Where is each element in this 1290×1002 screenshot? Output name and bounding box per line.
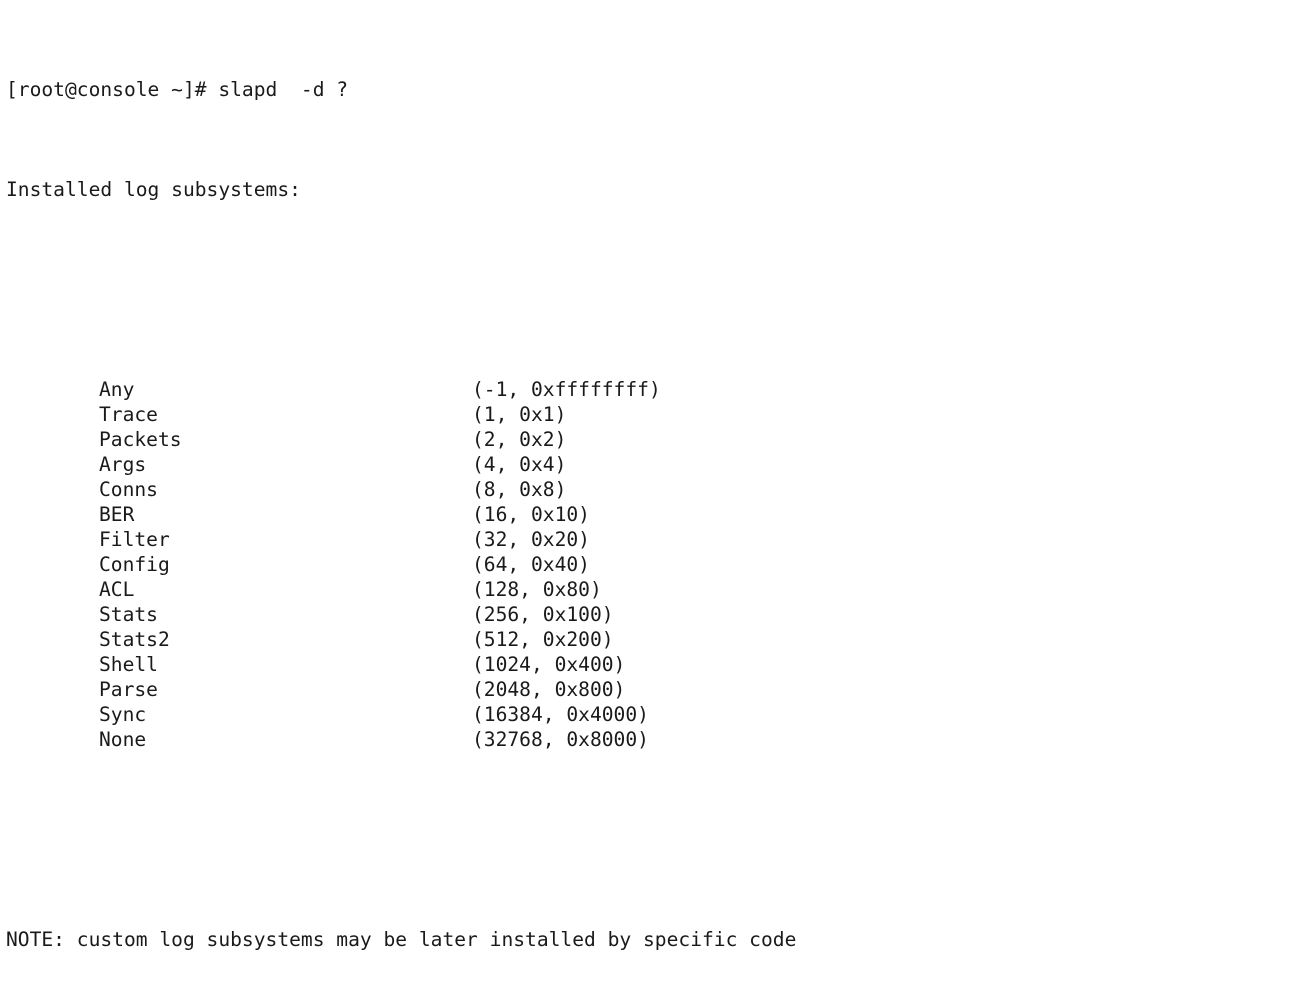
subsystem-row: Filter (32, 0x20) (6, 527, 1290, 552)
subsystem-name: None (99, 728, 147, 751)
subsystem-row: Conns (8, 0x8) (6, 477, 1290, 502)
subsystem-name: Args (99, 453, 147, 476)
subsystem-indent (6, 727, 99, 752)
subsystem-indent (6, 402, 99, 427)
subsystem-list: Any (-1, 0xffffffff) Trace (1, 0x1) Packet… (6, 377, 1290, 752)
terminal-output[interactable]: [root@console ~]# slapd -d ? Installed l… (0, 0, 1290, 951)
subsystem-name: ACL (99, 578, 135, 601)
subsystem-row: Sync (16384, 0x4000) (6, 702, 1290, 727)
subsystem-indent (6, 577, 99, 602)
subsystem-row: Shell (1024, 0x400) (6, 652, 1290, 677)
subsystem-name: Conns (99, 478, 158, 501)
subsystem-indent (6, 602, 99, 627)
command-prompt-line: [root@console ~]# slapd -d ? (6, 77, 1290, 102)
subsystem-value: (1, 0x1) (472, 403, 567, 426)
subsystem-row: Any (-1, 0xffffffff) (6, 377, 1290, 402)
subsystem-indent (6, 427, 99, 452)
subsystem-value: (4, 0x4) (472, 453, 567, 476)
subsystem-indent (6, 627, 99, 652)
subsystem-value: (8, 0x8) (472, 478, 567, 501)
subsystem-indent (6, 452, 99, 477)
subsystem-name: Filter (99, 528, 170, 551)
subsystem-name: Trace (99, 403, 158, 426)
subsystem-name: Shell (99, 653, 158, 676)
note-line: NOTE: custom log subsystems may be later… (6, 928, 797, 951)
subsystem-name: Stats (99, 603, 158, 626)
subsystem-value: (-1, 0xffffffff) (472, 378, 661, 401)
subsystem-row: Config (64, 0x40) (6, 552, 1290, 577)
subsystem-name: Parse (99, 678, 158, 701)
subsystem-row: Trace (1, 0x1) (6, 402, 1290, 427)
subsystem-row: Parse (2048, 0x800) (6, 677, 1290, 702)
subsystem-value: (32768, 0x8000) (472, 728, 649, 751)
subsystem-name: Packets (99, 428, 182, 451)
subsystem-value: (512, 0x200) (472, 628, 614, 651)
subsystem-name: Stats2 (99, 628, 170, 651)
subsystem-value: (128, 0x80) (472, 578, 602, 601)
subsystem-indent (6, 652, 99, 677)
subsystem-value: (16384, 0x4000) (472, 703, 649, 726)
subsystem-indent (6, 477, 99, 502)
subsystem-row: Packets (2, 0x2) (6, 427, 1290, 452)
subsystem-row: Args (4, 0x4) (6, 452, 1290, 477)
subsystem-value: (32, 0x20) (472, 528, 590, 551)
subsystem-indent (6, 702, 99, 727)
shell-prompt: [root@console ~]# (6, 78, 207, 101)
subsystem-name: Config (99, 553, 170, 576)
subsystem-name: BER (99, 503, 135, 526)
subsystem-row: BER (16, 0x10) (6, 502, 1290, 527)
subsystem-indent (6, 377, 99, 402)
subsystem-name: Any (99, 378, 135, 401)
subsystem-row: Stats (256, 0x100) (6, 602, 1290, 627)
shell-command: slapd -d ? (206, 78, 349, 101)
subsystem-row: Stats2 (512, 0x200) (6, 627, 1290, 652)
subsystem-value: (1024, 0x400) (472, 653, 626, 676)
subsystem-value: (2, 0x2) (472, 428, 567, 451)
subsystem-indent (6, 502, 99, 527)
subsystem-indent (6, 552, 99, 577)
subsystem-row: None (32768, 0x8000) (6, 727, 1290, 752)
output-header: Installed log subsystems: (6, 178, 301, 201)
subsystem-value: (16, 0x10) (472, 503, 590, 526)
subsystem-row: ACL (128, 0x80) (6, 577, 1290, 602)
subsystem-name: Sync (99, 703, 147, 726)
subsystem-value: (2048, 0x800) (472, 678, 626, 701)
subsystem-value: (256, 0x100) (472, 603, 614, 626)
subsystem-indent (6, 527, 99, 552)
subsystem-value: (64, 0x40) (472, 553, 590, 576)
subsystem-indent (6, 677, 99, 702)
